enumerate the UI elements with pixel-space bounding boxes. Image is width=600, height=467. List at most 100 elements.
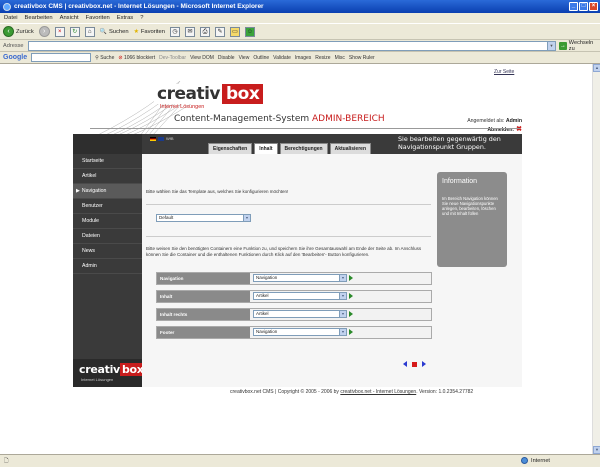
dev-outline[interactable]: Outline [253, 55, 269, 61]
dev-resize[interactable]: Resize [315, 55, 330, 61]
go-label: Wechseln zu [568, 39, 594, 52]
container-label: Footer [157, 327, 250, 338]
container-function-select[interactable]: Artikel ▼ [253, 310, 347, 318]
status-bar: 🗋 Internet [0, 454, 600, 467]
refresh-icon[interactable]: ↻ [69, 26, 80, 37]
edit-icon[interactable]: ✎ [214, 26, 225, 37]
container-function-select[interactable]: Navigation ▼ [253, 328, 347, 336]
container-row-inhalt: Inhalt Artikel ▼ [156, 290, 432, 303]
container-row-inhalt-rechts: Inhalt rechts Artikel ▼ [156, 308, 432, 321]
container-row-footer: Footer Navigation ▼ [156, 326, 432, 339]
mail-icon[interactable]: ✉ [184, 26, 195, 37]
devtoolbar-label: Dev-Toolbar [159, 54, 187, 61]
page-icon: 🗋 [4, 458, 9, 464]
tab-aktualisieren[interactable]: Aktualisieren [329, 143, 371, 154]
popup-blocker[interactable]: ⊘ 1066 blockiert [118, 55, 155, 61]
minimize-icon[interactable]: _ [569, 2, 578, 11]
menu-ansicht[interactable]: Ansicht [60, 15, 79, 21]
address-input[interactable]: ▼ [27, 40, 556, 51]
container-function-select[interactable]: Artikel ▼ [253, 292, 347, 300]
dev-disable[interactable]: Disable [218, 55, 235, 61]
chevron-down-icon: ▼ [339, 329, 346, 335]
dev-validate[interactable]: Validate [273, 55, 291, 61]
chevron-down-icon: ▼ [339, 311, 346, 317]
search-button[interactable]: 🔍 Suchen [100, 29, 129, 35]
google-toolbar: Google ⚲ Suche ⊘ 1066 blockiert Dev-Tool… [0, 52, 600, 64]
header-divider [90, 128, 520, 129]
back-to-site-link[interactable]: Zur Seite [494, 69, 514, 75]
container-label: Inhalt [157, 291, 250, 302]
go-button[interactable]: → Wechseln zu [558, 39, 600, 52]
edit-arrow-icon[interactable] [349, 293, 353, 299]
divider [146, 204, 431, 205]
save-stop-icon[interactable] [412, 361, 417, 367]
scroll-down-icon[interactable]: ▼ [593, 446, 600, 454]
dev-misc[interactable]: Misc [335, 55, 345, 61]
dev-show-ruler[interactable]: Show Ruler [349, 55, 375, 61]
sidebar-item-admin[interactable]: Admin [73, 259, 142, 274]
tab-berechtigungen[interactable]: Berechtigungen [279, 143, 328, 154]
address-label: Adresse [3, 42, 24, 49]
stop-icon[interactable]: × [54, 26, 65, 37]
scroll-up-icon[interactable]: ▲ [593, 64, 600, 72]
select-value: Navigation [256, 329, 278, 334]
sidebar-item-dateien[interactable]: Dateien [73, 229, 142, 244]
address-dropdown-icon[interactable]: ▼ [546, 41, 555, 50]
google-search-button[interactable]: ⚲ Suche [95, 55, 114, 61]
select-value: Artikel [256, 311, 269, 316]
cms-title: Content-Management-System ADMIN-BEREICH [174, 114, 385, 124]
sidebar-item-module[interactable]: Module [73, 214, 142, 229]
security-zone: Internet [521, 457, 550, 464]
edit-arrow-icon[interactable] [349, 329, 353, 335]
ie-icon [3, 2, 11, 11]
sidebar-item-artikel[interactable]: Artikel [73, 169, 142, 184]
menu-help[interactable]: ? [140, 15, 143, 21]
chevron-down-icon: ▼ [243, 215, 250, 221]
favorites-button[interactable]: ★ Favoriten [134, 29, 165, 35]
history-icon[interactable]: ◷ [169, 26, 180, 37]
zone-label: Internet [531, 457, 550, 464]
cms-title-red: ADMIN-BEREICH [312, 114, 385, 124]
dev-view[interactable]: View [239, 55, 250, 61]
edit-arrow-icon[interactable] [349, 275, 353, 281]
back-button[interactable]: ‹ Zurück [3, 26, 34, 37]
sidebar-top [73, 134, 142, 154]
chevron-down-icon: ▼ [339, 275, 346, 281]
next-icon[interactable] [422, 361, 426, 367]
folder-icon[interactable]: ▭ [229, 26, 240, 37]
sidebar-item-news[interactable]: News [73, 244, 142, 259]
maximize-icon[interactable]: □ [579, 2, 588, 11]
menu-datei[interactable]: Datei [4, 15, 18, 21]
sidebar-item-navigation[interactable]: ▶ Navigation [73, 184, 142, 199]
google-search-icon: ⚲ [95, 54, 99, 61]
home-icon[interactable]: ⌂ [84, 26, 95, 37]
info-text: Im Bereich Navigation können Sie neue Na… [442, 196, 498, 216]
logo-word: creativ [154, 84, 222, 104]
flag-de-icon[interactable] [150, 136, 156, 141]
tab-eigenschaften[interactable]: Eigenschaften [208, 143, 253, 154]
google-search-input[interactable] [31, 53, 92, 62]
language-flags: WfB [150, 136, 174, 141]
browser-toolbar: ‹ Zurück › × ↻ ⌂ 🔍 Suchen ★ Favoriten ◷ … [0, 23, 600, 40]
edit-arrow-icon[interactable] [349, 311, 353, 317]
previous-icon[interactable] [403, 361, 407, 367]
menu-extras[interactable]: Extras [117, 15, 133, 21]
template-select[interactable]: Default ▼ [156, 214, 251, 222]
flag-en-icon[interactable] [158, 136, 164, 141]
print-icon[interactable]: ⎙ [199, 26, 210, 37]
menu-bearbeiten[interactable]: Bearbeiten [25, 15, 53, 21]
vertical-scrollbar[interactable]: ▲ ▼ [592, 64, 600, 454]
sidebar-item-benutzer[interactable]: Benutzer [73, 199, 142, 214]
close-icon[interactable]: × [589, 2, 598, 11]
footer-link[interactable]: creativbox.net - Internet Lösungen [340, 389, 416, 395]
tab-inhalt[interactable]: Inhalt [254, 143, 278, 154]
sidebar-item-startseite[interactable]: Startseite [73, 154, 142, 169]
search-icon: 🔍 [99, 28, 107, 35]
dev-view-dom[interactable]: View DOM [190, 55, 214, 61]
page-footer: creativbox.net CMS | Copyright © 2005 - … [230, 389, 473, 395]
dev-images[interactable]: Images [295, 55, 311, 61]
messenger-icon[interactable]: ☺ [244, 26, 255, 37]
forward-arrow-icon[interactable]: › [38, 26, 50, 37]
container-function-select[interactable]: Navigation ▼ [253, 274, 347, 282]
menu-favoriten[interactable]: Favoriten [86, 15, 110, 21]
